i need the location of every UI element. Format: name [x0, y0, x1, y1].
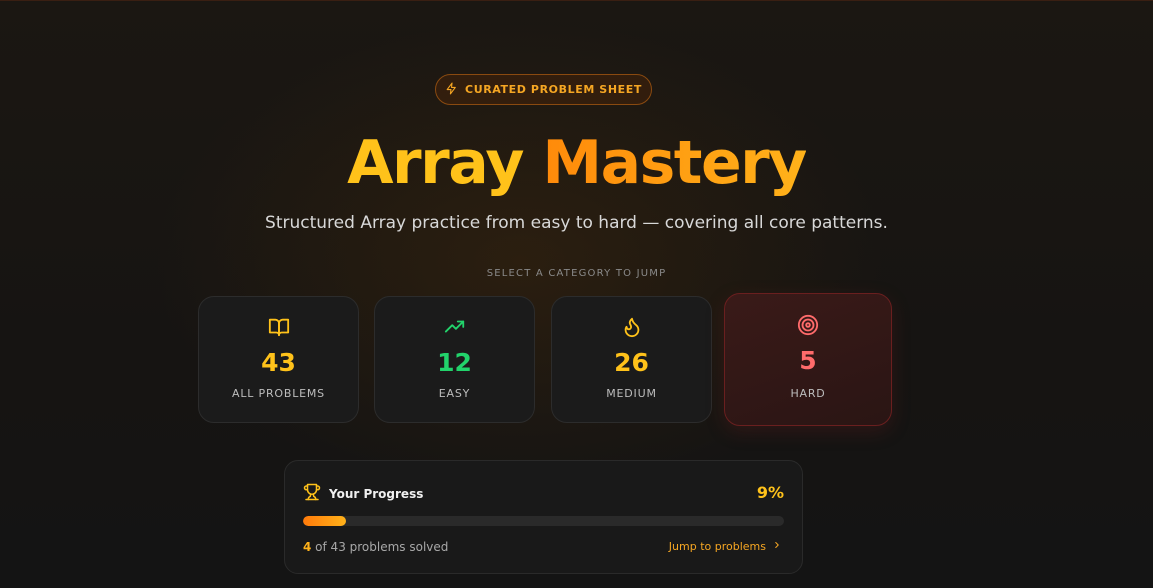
target-icon: [797, 314, 819, 336]
category-card-easy[interactable]: 12 EASY: [374, 296, 535, 423]
jump-to-problems-link[interactable]: Jump to problems: [669, 540, 782, 553]
progress-panel: Your Progress 9% 4 of 43 problems solved…: [284, 460, 803, 574]
progress-header: Your Progress: [303, 483, 423, 505]
flame-icon: [621, 316, 643, 338]
category-card-hard[interactable]: 5 HARD: [724, 293, 892, 426]
progress-percent: 9%: [756, 483, 784, 502]
category-count: 43: [261, 348, 296, 377]
top-divider: [0, 0, 1153, 1]
trophy-icon: [303, 483, 321, 505]
page-title: Array Mastery: [0, 128, 1153, 198]
category-card-medium[interactable]: 26 MEDIUM: [551, 296, 712, 423]
title-word-mastery: Mastery: [542, 128, 807, 198]
progress-bar-track: [303, 516, 784, 526]
badge-label: CURATED PROBLEM SHEET: [465, 83, 642, 96]
progress-summary: 4 of 43 problems solved: [303, 540, 448, 554]
progress-bar-fill: [303, 516, 347, 526]
category-count: 12: [437, 348, 472, 377]
category-label: EASY: [438, 387, 471, 400]
page: CURATED PROBLEM SHEET Array Mastery Stru…: [0, 0, 1153, 588]
title-word-array: Array: [347, 128, 524, 198]
chevron-right-icon: [772, 540, 782, 553]
category-card-all[interactable]: 43 ALL PROBLEMS: [198, 296, 359, 423]
category-label: ALL PROBLEMS: [232, 387, 325, 400]
category-hint: SELECT A CATEGORY TO JUMP: [486, 268, 667, 279]
solved-total-text: of 43 problems solved: [311, 540, 449, 554]
category-count: 5: [799, 346, 817, 375]
jump-link-label: Jump to problems: [668, 540, 766, 553]
page-subtitle: Structured Array practice from easy to h…: [265, 213, 888, 233]
trending-up-icon: [444, 316, 466, 338]
lightning-icon: [445, 80, 458, 99]
category-label: HARD: [790, 387, 826, 400]
curated-badge: CURATED PROBLEM SHEET: [435, 74, 652, 105]
category-count: 26: [614, 348, 649, 377]
book-open-icon: [268, 316, 290, 338]
progress-title: Your Progress: [329, 487, 424, 501]
category-label: MEDIUM: [606, 387, 657, 400]
